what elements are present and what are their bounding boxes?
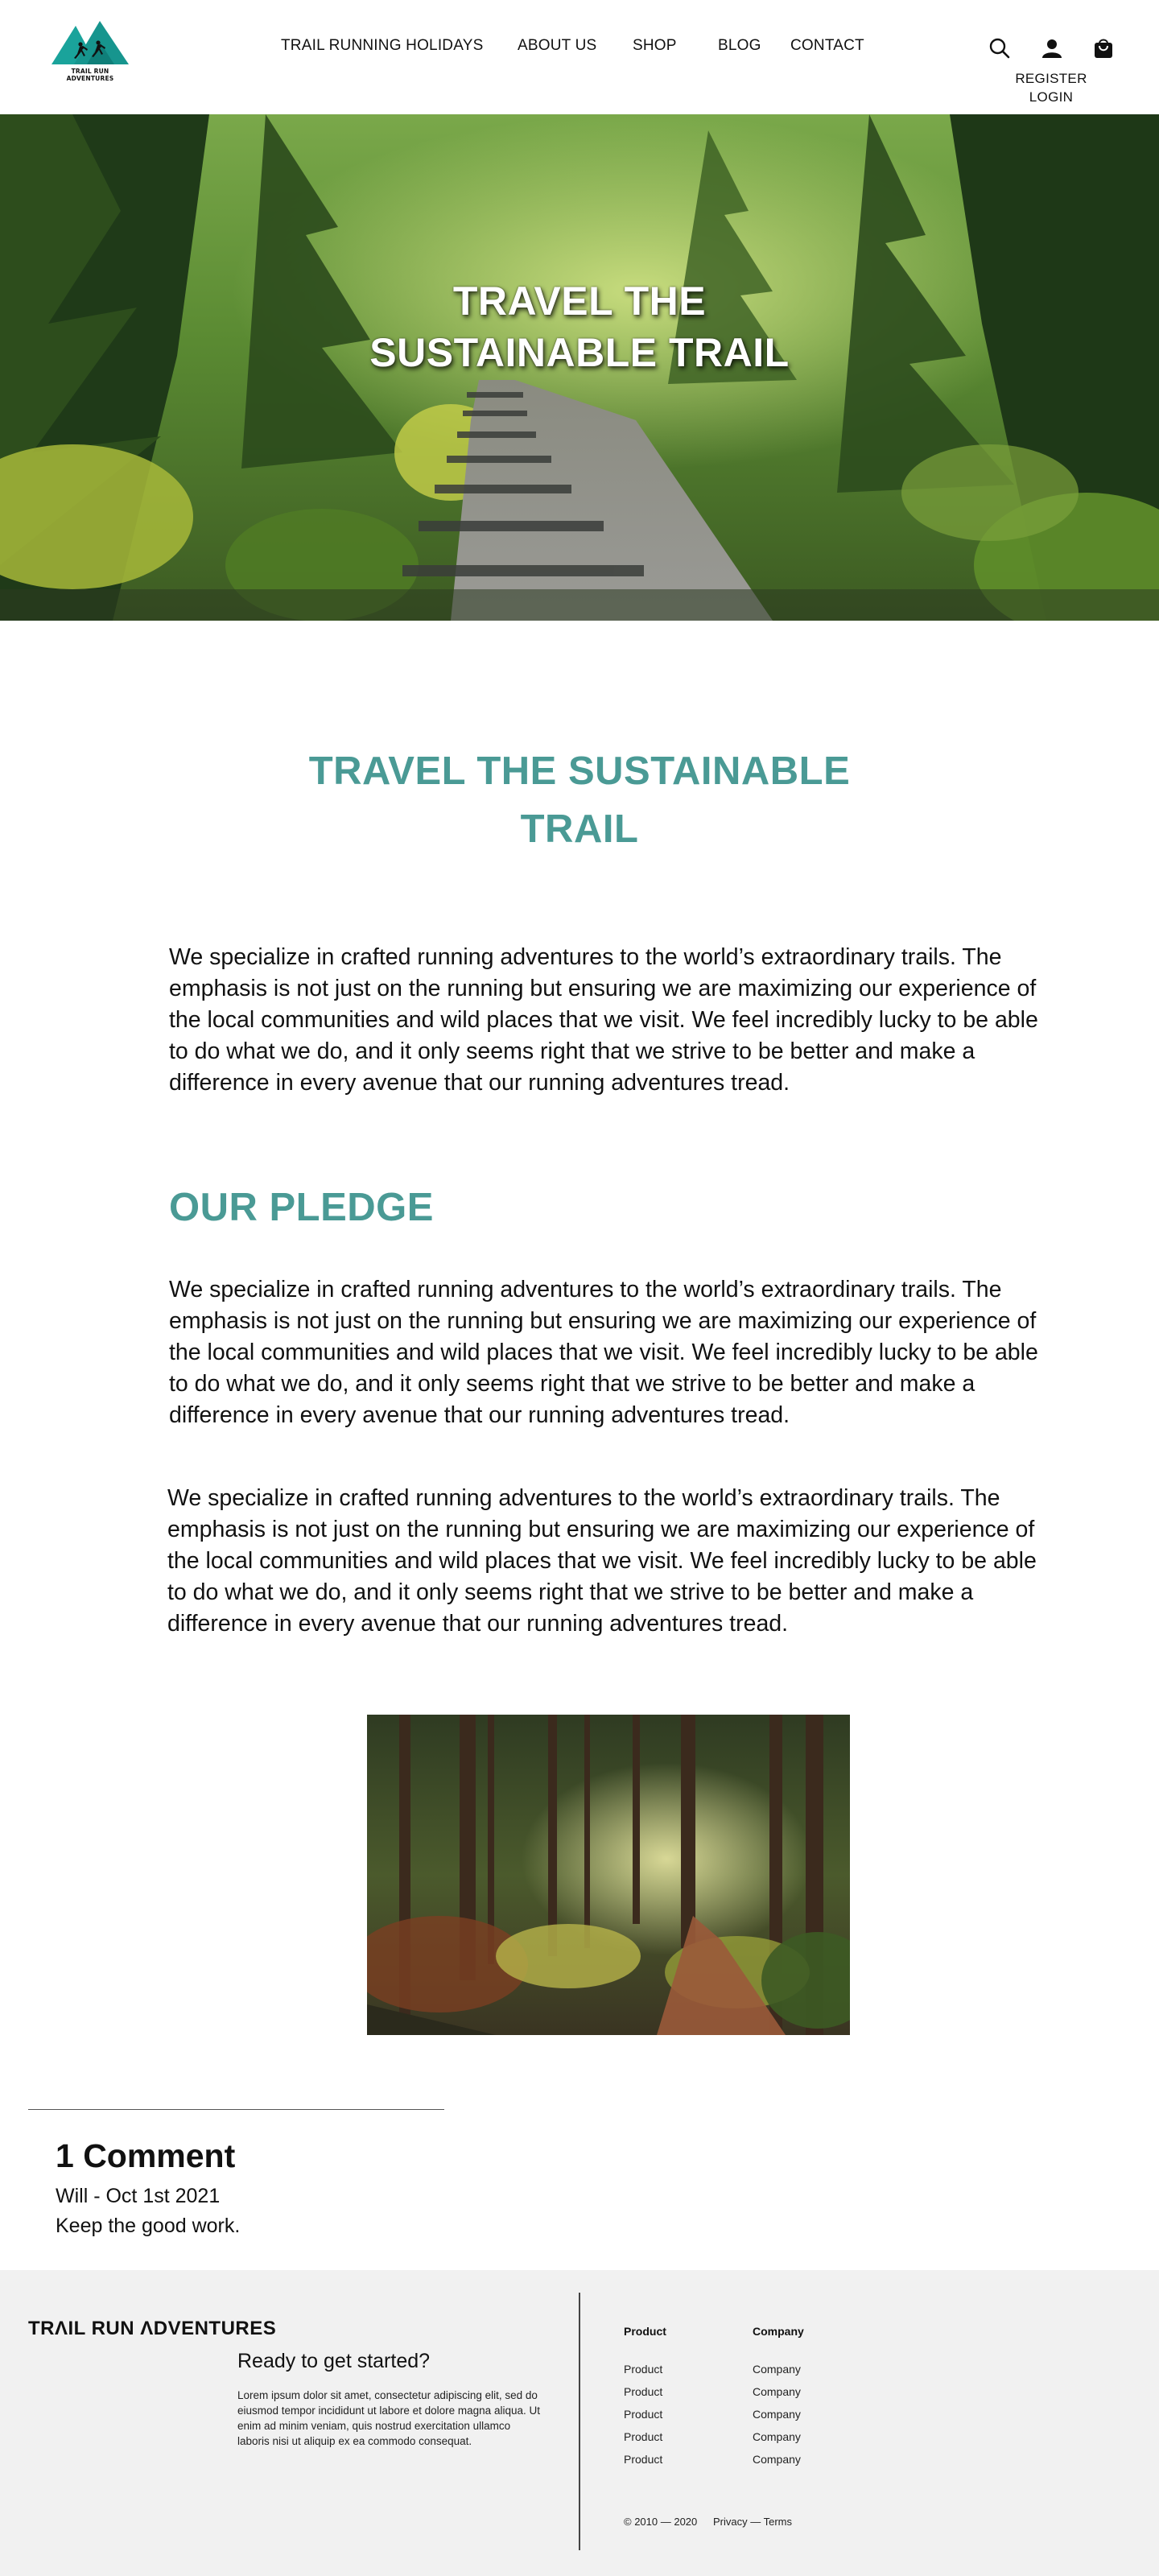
comment-text: Keep the good work. xyxy=(56,2215,241,2237)
footer-link-product[interactable]: Product xyxy=(624,2403,736,2425)
article-title-line-1: TRAVEL THE SUSTAINABLE xyxy=(308,749,851,793)
footer-column-heading: Product xyxy=(624,2325,666,2338)
main-nav: TRAIL RUNNING HOLIDAYS ABOUT US SHOP BLO… xyxy=(0,37,1159,61)
nav-contact[interactable]: CONTACT xyxy=(790,37,864,55)
shopping-bag-icon[interactable] xyxy=(1091,35,1116,61)
search-icon[interactable] xyxy=(987,35,1013,61)
pledge-paragraph-2: We specialize in crafted running adventu… xyxy=(167,1485,1037,1637)
footer-link-company[interactable]: Company xyxy=(753,2403,865,2425)
footer-link-company[interactable]: Company xyxy=(753,2448,865,2471)
footer-description: Lorem ipsum dolor sit amet, consectetur … xyxy=(237,2389,540,2447)
hero-title: TRAVEL THE SUSTAINABLE TRAIL xyxy=(0,275,1159,378)
footer-link-company[interactable]: Company xyxy=(753,2380,865,2403)
hero-title-line-2: SUSTAINABLE TRAIL xyxy=(369,330,790,375)
footer-column-company: Company Company Company Company Company … xyxy=(753,2325,865,2471)
nav-shop[interactable]: SHOP xyxy=(633,37,677,55)
comment-author-date: Will - Oct 1st 2021 xyxy=(56,2185,221,2207)
hero-banner: TRAVEL THE SUSTAINABLE TRAIL xyxy=(0,114,1159,621)
footer-brand: TRΛIL RUN ΛDVENTURES xyxy=(28,2318,277,2339)
login-link[interactable]: LOGIN xyxy=(1006,88,1096,106)
footer-column-heading: Company xyxy=(753,2325,804,2338)
footer-link-product[interactable]: Product xyxy=(624,2380,736,2403)
footer-link-product[interactable]: Product xyxy=(624,2448,736,2471)
footer-cta-heading: Ready to get started? xyxy=(237,2350,431,2372)
account-links: REGISTER LOGIN xyxy=(1006,69,1096,106)
site-header: TRAIL RUN ADVENTURES TRAIL RUNNING HOLID… xyxy=(0,0,1159,114)
nav-about-us[interactable]: ABOUT US xyxy=(518,37,596,55)
footer-copyright: © 2010 — 2020 xyxy=(624,2516,698,2528)
footer-divider xyxy=(579,2293,580,2550)
logo-text: TRAIL RUN ADVENTURES xyxy=(66,68,114,82)
footer-column-product: Product Product Product Product Product … xyxy=(624,2325,736,2471)
hero-title-line-1: TRAVEL THE xyxy=(452,279,707,324)
site-footer: TRΛIL RUN ΛDVENTURES Ready to get starte… xyxy=(0,2270,1159,2576)
pledge-paragraph-1: We specialize in crafted running adventu… xyxy=(169,1277,1038,1428)
nav-blog[interactable]: BLOG xyxy=(718,37,761,55)
nav-trail-running-holidays[interactable]: TRAIL RUNNING HOLIDAYS xyxy=(281,37,483,55)
user-icon[interactable] xyxy=(1039,35,1065,61)
footer-link-product[interactable]: Product xyxy=(624,2425,736,2448)
forest-path-image xyxy=(367,1715,850,2035)
intro-paragraph: We specialize in crafted running adventu… xyxy=(169,944,1038,1096)
footer-link-company[interactable]: Company xyxy=(753,2358,865,2380)
footer-link-company[interactable]: Company xyxy=(753,2425,865,2448)
article-title: TRAVEL THE SUSTAINABLE TRAIL xyxy=(290,742,869,858)
comments-divider xyxy=(28,2109,444,2110)
footer-link-product[interactable]: Product xyxy=(624,2358,736,2380)
comment-count: 1 Comment xyxy=(56,2137,236,2174)
article-title-line-2: TRAIL xyxy=(520,807,639,851)
footer-legal-links[interactable]: Privacy — Terms xyxy=(713,2516,792,2528)
pledge-heading: OUR PLEDGE xyxy=(169,1186,434,1229)
register-link[interactable]: REGISTER xyxy=(1006,69,1096,88)
